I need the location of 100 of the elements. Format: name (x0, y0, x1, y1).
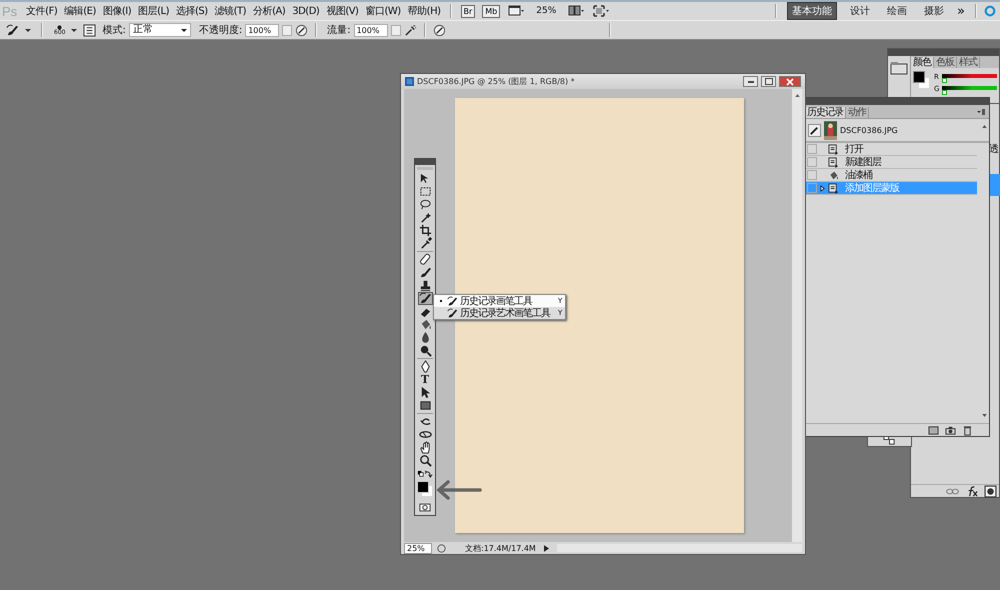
history-state[interactable]: 新建图层 (805, 156, 977, 169)
snapshot-name[interactable]: DSCF0386.JPG (840, 126, 898, 134)
bridge-button[interactable]: Br (460, 4, 476, 18)
arrow-drawing (436, 480, 482, 500)
flow-label: 流量: (327, 24, 351, 37)
pen-tool-icon (418, 360, 432, 373)
maximize-button[interactable] (761, 76, 776, 87)
mode-select[interactable]: 正常 (128, 23, 191, 37)
menu-item[interactable]: 图层(L) (136, 4, 171, 18)
opacity-slider-button[interactable] (282, 24, 292, 36)
extras-icon[interactable] (508, 5, 524, 17)
opacity-label: 透 (989, 142, 999, 156)
slider-thumb[interactable] (942, 78, 947, 83)
trash-icon[interactable] (962, 424, 973, 436)
menu-item[interactable]: 帮助(H) (406, 4, 442, 18)
menu-item[interactable]: 文件(F) (24, 4, 60, 18)
menu-item[interactable]: 编辑(E) (62, 4, 98, 18)
scroll-up-icon[interactable] (982, 125, 987, 128)
color-swatches[interactable] (913, 71, 931, 91)
close-button[interactable] (779, 76, 801, 87)
menu-item[interactable]: 图像(I) (100, 4, 134, 18)
magic-wand-tool-icon (418, 211, 432, 224)
menu-item[interactable]: 视图(V) (324, 4, 360, 18)
tool-button[interactable] (418, 454, 432, 467)
airbrush-icon[interactable] (404, 24, 417, 36)
history-brush-icon (447, 296, 458, 306)
zoom-field[interactable]: 25% (404, 542, 432, 554)
close-icon (786, 78, 794, 86)
pressure-size-icon[interactable] (432, 24, 446, 36)
scroll-up-icon[interactable] (794, 94, 800, 97)
brush-panel-icon[interactable] (83, 24, 96, 36)
panel-tab[interactable]: 色板 (934, 57, 957, 68)
snapshot-thumbnail[interactable] (824, 120, 837, 140)
document-icon (828, 156, 839, 168)
hand-tool-icon (418, 441, 432, 454)
more-workspaces-button[interactable]: » (957, 4, 965, 18)
menu-item[interactable]: 3D(D) (290, 6, 322, 16)
menu-item[interactable]: 分析(A) (251, 4, 288, 18)
color-slider[interactable] (942, 74, 997, 83)
new-document-icon[interactable] (928, 424, 939, 436)
menu-item[interactable]: 窗口(W) (363, 4, 403, 18)
history-brush-icon[interactable] (6, 24, 19, 36)
history-state[interactable]: 打开 (805, 143, 977, 156)
pressure-opacity-icon[interactable] (295, 24, 308, 36)
zoom-dropdown[interactable]: 25% (536, 6, 556, 16)
scroll-down-icon[interactable] (982, 414, 987, 417)
tool-button[interactable] (418, 185, 432, 198)
history-brush-icon[interactable] (808, 124, 821, 136)
panel-icon[interactable] (890, 61, 908, 75)
bandage-tool-icon (418, 253, 432, 266)
quick-mask-icon[interactable] (419, 503, 431, 512)
tool-button[interactable] (418, 224, 432, 237)
caret-icon[interactable] (71, 28, 78, 32)
art-history-brush-icon (447, 308, 458, 318)
tool-button[interactable] (418, 253, 432, 266)
tool-button[interactable] (418, 198, 432, 211)
minimize-button[interactable] (743, 76, 758, 87)
crop-tool-icon (418, 224, 432, 237)
document-icon (828, 182, 839, 194)
arrange-icon[interactable] (568, 5, 584, 17)
workspace-tab[interactable]: 绘画 (883, 3, 912, 19)
tool-button[interactable] (418, 292, 432, 305)
menu-item[interactable]: 选择(S) (174, 4, 210, 18)
tool-button[interactable] (418, 428, 432, 441)
flow-slider-button[interactable] (390, 24, 401, 36)
document-size: 文档:17.4M/17.4M (465, 542, 537, 554)
foreground-background-colors[interactable] (417, 481, 433, 497)
panel-tab[interactable]: 颜色 (911, 57, 934, 68)
status-menu-icon[interactable] (544, 544, 549, 552)
text-tool-button[interactable]: T (418, 373, 432, 386)
document-icon (828, 144, 839, 154)
vertical-scrollbar[interactable] (792, 89, 802, 542)
history-brush-tool-icon (418, 292, 432, 305)
screen-mode-icon[interactable] (593, 5, 610, 17)
rectangle-tool-icon (418, 399, 432, 412)
swap-colors-icon[interactable] (417, 470, 433, 479)
camera-icon[interactable] (945, 424, 956, 436)
stamp-tool-icon (418, 279, 432, 292)
tool-button[interactable] (418, 399, 432, 412)
zoom-tool-icon (418, 454, 432, 467)
tool-button[interactable] (418, 441, 432, 454)
flow-field[interactable]: 100% (354, 24, 388, 36)
eyedropper-tool-icon (418, 237, 432, 250)
workspace-tab[interactable]: 设计 (846, 3, 874, 19)
mini-bridge-button[interactable]: Mb (482, 4, 500, 18)
panel-tab[interactable]: 样式 (957, 57, 980, 68)
slider-thumb[interactable] (942, 90, 947, 95)
layer-row[interactable] (989, 174, 1000, 196)
color-slider[interactable] (942, 86, 997, 95)
menu-item[interactable]: 滤镜(T) (212, 4, 248, 18)
caret-icon[interactable] (25, 28, 31, 32)
mask-icon[interactable] (984, 484, 997, 498)
workspace-tab[interactable]: 基本功能 (787, 2, 838, 20)
brush-tip-icon[interactable] (57, 24, 62, 30)
workspace-tab[interactable]: 摄影 (920, 3, 948, 19)
panel-menu-icon[interactable] (976, 108, 986, 116)
app-icon (405, 77, 414, 86)
status-icon[interactable] (436, 542, 447, 554)
panel-tab[interactable]: 历史记录 (805, 107, 846, 118)
opacity-field[interactable]: 100% (245, 24, 280, 36)
